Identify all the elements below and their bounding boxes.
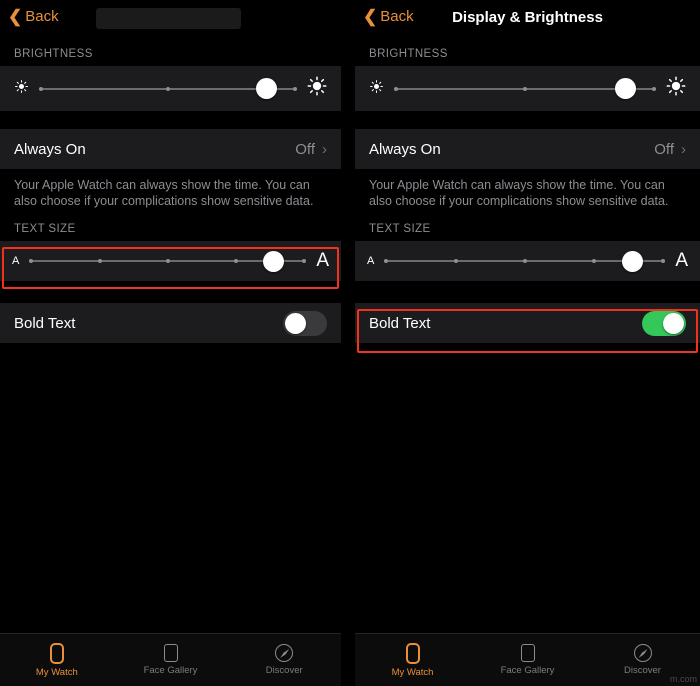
sun-small-icon <box>369 79 384 99</box>
left-screen: ❮ Back BRIGHTNESS Always On Off › Your A… <box>0 0 341 686</box>
toggle-knob <box>285 312 306 334</box>
spacer <box>355 111 700 129</box>
tab-label: Face Gallery <box>500 665 555 676</box>
tab-label: Discover <box>624 665 661 676</box>
always-on-value-group: Off › <box>654 141 686 158</box>
bold-text-toggle[interactable] <box>283 310 327 336</box>
chevron-right-icon: › <box>322 140 327 158</box>
tab-label: My Watch <box>391 666 434 678</box>
slider-tick <box>165 259 170 263</box>
brightness-slider-row[interactable] <box>0 66 341 111</box>
bold-text-row[interactable]: Bold Text <box>355 303 700 343</box>
text-size-large-label: A <box>316 250 329 271</box>
slider-tick <box>166 86 170 91</box>
slider-tick <box>661 259 666 263</box>
always-on-value: Off <box>295 140 315 158</box>
watch-icon <box>405 642 420 664</box>
tab-my-watch[interactable]: My Watch <box>0 642 114 678</box>
screenshot-root: ❮ Back BRIGHTNESS Always On Off › Your A… <box>0 0 700 686</box>
back-button[interactable]: ❮ Back <box>8 8 59 25</box>
always-on-value-group: Off › <box>295 141 327 158</box>
left-navbar: ❮ Back <box>0 0 341 36</box>
brightness-slider[interactable] <box>394 78 656 100</box>
slider-tick <box>652 86 656 91</box>
tab-discover[interactable]: Discover <box>227 644 341 676</box>
tab-face-gallery[interactable]: Face Gallery <box>114 644 228 676</box>
slider-tick <box>293 86 297 91</box>
text-size-slider-row[interactable]: A A <box>355 241 700 281</box>
right-navbar: ❮ Back Display & Brightness <box>355 0 700 36</box>
text-size-section-label: TEXT SIZE <box>369 223 431 235</box>
gallery-icon <box>520 644 535 662</box>
sun-small-icon <box>14 79 29 99</box>
tab-face-gallery[interactable]: Face Gallery <box>470 644 585 676</box>
spacer <box>355 281 700 303</box>
text-size-section-label: TEXT SIZE <box>14 223 76 235</box>
gallery-icon <box>163 644 178 662</box>
always-on-label: Always On <box>369 140 441 158</box>
slider-tick <box>522 259 527 263</box>
chevron-left-icon: ❮ <box>8 7 23 26</box>
text-size-large-label: A <box>675 250 688 271</box>
redacted-title-bar <box>96 8 241 29</box>
text-size-small-label: A <box>12 255 20 267</box>
brightness-slider-knob[interactable] <box>256 78 278 99</box>
bold-text-label: Bold Text <box>14 314 76 332</box>
bold-text-label: Bold Text <box>369 314 431 332</box>
text-size-slider-row[interactable]: A A <box>0 241 341 281</box>
slider-tick <box>384 259 389 263</box>
text-size-slider-knob[interactable] <box>263 250 285 272</box>
slider-tick <box>97 259 102 263</box>
always-on-footnote: Your Apple Watch can always show the tim… <box>0 169 341 219</box>
sun-large-icon <box>666 76 686 101</box>
always-on-label: Always On <box>14 140 86 158</box>
text-size-slider[interactable] <box>29 250 307 272</box>
back-label: Back <box>25 8 59 25</box>
tab-label: My Watch <box>35 666 78 678</box>
brightness-slider[interactable] <box>39 78 297 100</box>
slider-tick <box>29 259 34 263</box>
always-on-value: Off <box>654 140 674 158</box>
watch-icon <box>49 642 64 664</box>
text-size-slider-knob[interactable] <box>621 250 643 272</box>
right-screen: ❮ Back Display & Brightness BRIGHTNESS A… <box>355 0 700 686</box>
tab-discover[interactable]: Discover <box>585 644 700 676</box>
brightness-slider-row[interactable] <box>355 66 700 111</box>
brightness-section-label: BRIGHTNESS <box>369 48 448 60</box>
tab-label: Face Gallery <box>143 665 198 676</box>
always-on-footnote: Your Apple Watch can always show the tim… <box>355 169 700 219</box>
text-size-small-label: A <box>367 255 375 267</box>
spacer <box>0 111 341 129</box>
slider-tick <box>523 86 527 91</box>
tab-my-watch[interactable]: My Watch <box>355 642 470 678</box>
watermark: m.com <box>670 674 697 684</box>
text-size-slider[interactable] <box>384 250 666 272</box>
sun-large-icon <box>307 76 327 101</box>
bold-text-row[interactable]: Bold Text <box>0 303 341 343</box>
slider-tick <box>394 86 398 91</box>
tab-label: Discover <box>265 665 303 676</box>
slider-tick <box>592 259 597 263</box>
toggle-knob <box>663 312 684 334</box>
page-title: Display & Brightness <box>452 9 603 26</box>
slider-tick <box>234 259 239 263</box>
compass-icon <box>633 644 652 662</box>
compass-icon <box>275 644 294 662</box>
slider-tick <box>453 259 458 263</box>
always-on-row[interactable]: Always On Off › <box>0 129 341 169</box>
slider-tick <box>39 86 43 91</box>
left-tabbar: My Watch Face Gallery Discover <box>0 633 341 686</box>
always-on-row[interactable]: Always On Off › <box>355 129 700 169</box>
slider-tick <box>302 259 307 263</box>
brightness-slider-knob[interactable] <box>614 78 636 99</box>
bold-text-toggle[interactable] <box>642 310 686 336</box>
brightness-section-label: BRIGHTNESS <box>14 48 93 60</box>
right-tabbar: My Watch Face Gallery Discover <box>355 633 700 686</box>
spacer <box>0 281 341 303</box>
chevron-right-icon: › <box>681 140 686 158</box>
